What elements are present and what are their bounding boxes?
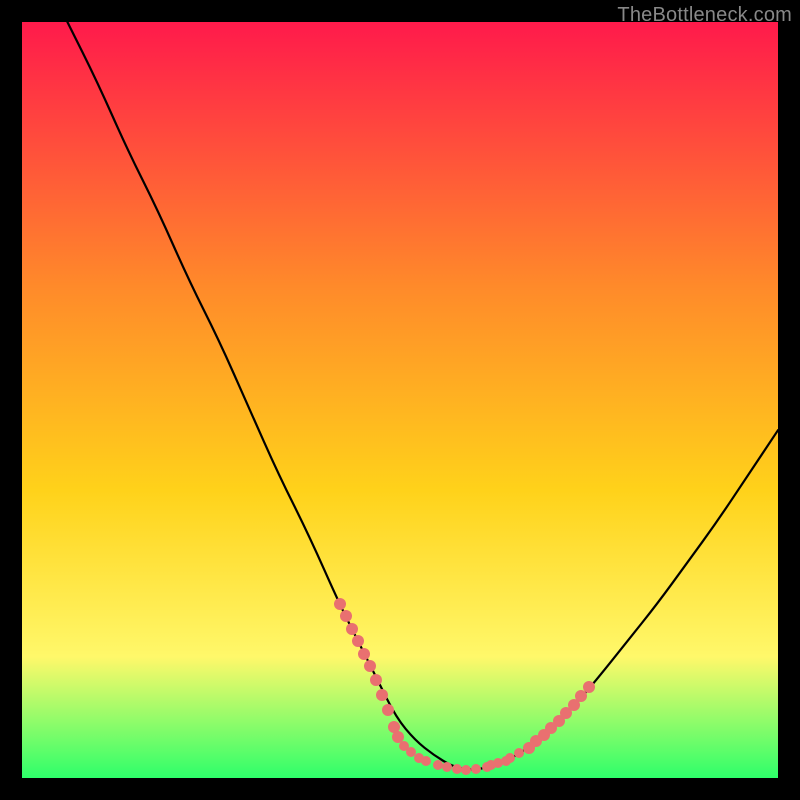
chart-background bbox=[22, 22, 778, 778]
highlight-dot bbox=[583, 681, 595, 693]
highlight-dot bbox=[376, 689, 388, 701]
highlight-dot bbox=[352, 635, 364, 647]
highlight-dot bbox=[421, 756, 431, 766]
highlight-dot bbox=[346, 623, 358, 635]
highlight-dot bbox=[501, 756, 511, 766]
highlight-dot bbox=[364, 660, 376, 672]
highlight-dot bbox=[370, 674, 382, 686]
highlight-dot bbox=[486, 760, 496, 770]
highlight-dot bbox=[382, 704, 394, 716]
highlight-dot bbox=[334, 598, 346, 610]
highlight-dot bbox=[442, 762, 452, 772]
chart-frame bbox=[22, 22, 778, 778]
highlight-dot bbox=[461, 765, 471, 775]
highlight-dot bbox=[340, 610, 352, 622]
highlight-dot bbox=[471, 764, 481, 774]
watermark-text: TheBottleneck.com bbox=[617, 4, 792, 27]
highlight-dot bbox=[358, 648, 370, 660]
